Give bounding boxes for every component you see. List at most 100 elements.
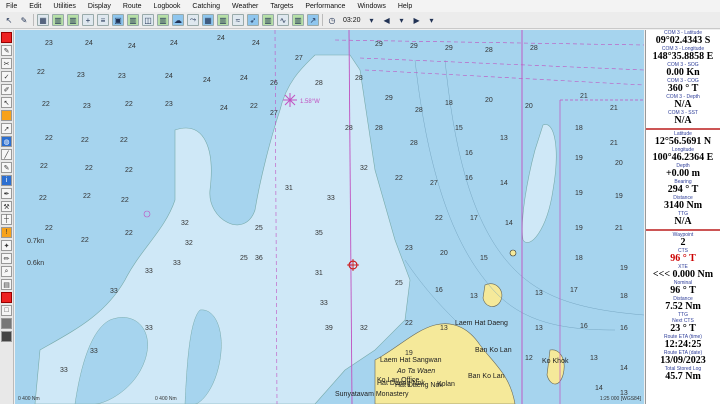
pen-icon[interactable]: ✎ <box>18 14 30 26</box>
panel-item-route-eta-date[interactable]: Route ETA (date) 13/09/2023 <box>646 351 720 366</box>
pattern-tool-icon[interactable] <box>1 318 12 329</box>
panel-item-com3-sst[interactable]: COM 3 - SST N/A <box>646 111 720 126</box>
panel-item-latitude[interactable]: Latitude 12°56.5691 N <box>646 132 720 147</box>
svg-text:13: 13 <box>470 293 478 300</box>
chart-4-icon[interactable]: ▥ <box>157 14 169 26</box>
dropdown-icon[interactable]: ▾ <box>396 14 408 26</box>
menu-help[interactable]: Help <box>392 3 418 10</box>
menu-logbook[interactable]: Logbook <box>148 3 187 10</box>
marker-tool-icon[interactable]: ✏ <box>1 253 12 264</box>
ruler-tool-icon[interactable]: ┼ <box>1 214 12 225</box>
step-back-icon[interactable]: ◀ <box>381 14 393 26</box>
dropdown-icon[interactable]: ▾ <box>426 14 438 26</box>
cursor-icon[interactable]: ↖ <box>3 14 15 26</box>
edit-tool-icon[interactable]: ✎ <box>1 162 12 173</box>
photo-icon[interactable]: ◫ <box>142 14 154 26</box>
info-tool-icon[interactable]: i <box>1 175 12 186</box>
tide-icon[interactable]: ∿ <box>277 14 289 26</box>
layers-icon[interactable]: ≡ <box>97 14 109 26</box>
nautical-chart[interactable]: 23 24 24 24 24 24 22 23 23 24 24 24 22 23 22 23 24 2… <box>15 30 644 404</box>
pencil-tool-icon[interactable]: ✎ <box>1 45 12 56</box>
route-icon[interactable]: ⤳ <box>187 14 199 26</box>
warning-tool-icon[interactable]: ! <box>1 227 12 238</box>
menu-route[interactable]: Route <box>117 3 148 10</box>
clock-icon[interactable]: ◷ <box>326 14 338 26</box>
svg-text:25: 25 <box>395 280 403 287</box>
svg-text:35: 35 <box>315 230 323 237</box>
square-tool-icon[interactable]: □ <box>1 305 12 316</box>
menu-windows[interactable]: Windows <box>351 3 391 10</box>
grib-icon[interactable]: ▦ <box>202 14 214 26</box>
panel-item-cts[interactable]: CTS 96 ° T <box>646 249 720 264</box>
panel-item-bearing[interactable]: Bearing 294 ° T <box>646 180 720 195</box>
place-label: Ban Ko Lan <box>468 373 505 380</box>
menu-performance[interactable]: Performance <box>299 3 351 10</box>
line-tool-icon[interactable]: ╱ <box>1 149 12 160</box>
wave-icon[interactable]: ≈ <box>232 14 244 26</box>
step-forward-icon[interactable]: ▶ <box>411 14 423 26</box>
menu-file[interactable]: File <box>0 3 23 10</box>
fish-tool-icon[interactable] <box>1 110 12 121</box>
dropdown-icon[interactable]: ▾ <box>366 14 378 26</box>
chart-1-icon[interactable]: ▥ <box>52 14 64 26</box>
panel-item-depth[interactable]: Depth +0.00 m <box>646 164 720 179</box>
panel-item-com3-longitude[interactable]: COM 3 - Longitude 148°35.8858 E <box>646 47 720 62</box>
panel-item-com3-cog[interactable]: COM 3 - COG 360 ° T <box>646 79 720 94</box>
panel-item-route-eta-time[interactable]: Route ETA (time) 12:24:25 <box>646 335 720 350</box>
svg-text:22: 22 <box>125 167 133 174</box>
wrench-tool-icon[interactable]: ⚒ <box>1 201 12 212</box>
zoom-in-icon[interactable]: + <box>82 14 94 26</box>
panel-item-nominal[interactable]: Nominal 96 ° T <box>646 281 720 296</box>
svg-text:14: 14 <box>500 180 508 187</box>
toolbar-separator <box>33 14 34 26</box>
time-display[interactable]: 03:20 <box>341 17 363 24</box>
menu-display[interactable]: Display <box>82 3 117 10</box>
svg-text:23: 23 <box>405 245 413 252</box>
vessel-icon[interactable] <box>283 93 297 107</box>
svg-text:21: 21 <box>580 93 588 100</box>
zoom-tool-icon[interactable]: ⌕ <box>1 266 12 277</box>
panel-item-xte[interactable]: XTE <<< 0.000 Nm <box>646 265 720 280</box>
current-icon[interactable]: ↗ <box>307 14 319 26</box>
menu-edit[interactable]: Edit <box>23 3 47 10</box>
panel-item-com3-sog[interactable]: COM 3 - SOG 0.00 Kn <box>646 63 720 78</box>
menu-weather[interactable]: Weather <box>226 3 264 10</box>
svg-text:23: 23 <box>77 72 85 79</box>
image-tool-icon[interactable]: ▤ <box>1 279 12 290</box>
panel-item-waypoint[interactable]: Waypoint 2 <box>646 233 720 248</box>
menu-targets[interactable]: Targets <box>264 3 299 10</box>
menu-utilities[interactable]: Utilities <box>47 3 82 10</box>
panel-item-wp-distance[interactable]: Distance 7.52 Nm <box>646 297 720 312</box>
chart-2-icon[interactable]: ▥ <box>67 14 79 26</box>
panel-item-longitude[interactable]: Longitude 100°46.2364 E <box>646 148 720 163</box>
scissors-tool-icon[interactable]: ✂ <box>1 58 12 69</box>
mark-tool-icon[interactable]: ✓ <box>1 71 12 82</box>
stop-tool-icon[interactable] <box>1 292 12 303</box>
globe-tool-icon[interactable]: ◍ <box>1 136 12 147</box>
panel-item-total-log[interactable]: Total Stored Log 45.7 Nm <box>646 367 720 382</box>
svg-text:19: 19 <box>575 190 583 197</box>
chart-3-icon[interactable]: ▥ <box>127 14 139 26</box>
overlay-icon[interactable]: ▣ <box>112 14 124 26</box>
fill-tool-icon[interactable] <box>1 331 12 342</box>
menu-catching[interactable]: Catching <box>186 3 226 10</box>
chart-6-icon[interactable]: ▥ <box>262 14 274 26</box>
chart-7-icon[interactable]: ▥ <box>292 14 304 26</box>
chart-5-icon[interactable]: ▥ <box>217 14 229 26</box>
arrow-tool-icon[interactable]: ➚ <box>1 123 12 134</box>
panel-item-distance[interactable]: Distance 3140 Nm <box>646 196 720 211</box>
wind-icon[interactable]: ➶ <box>247 14 259 26</box>
grid-icon[interactable]: ▦ <box>37 14 49 26</box>
panel-item-ttg[interactable]: TTG N/A <box>646 212 720 227</box>
cursor-tool-icon[interactable]: ↖ <box>1 97 12 108</box>
chart-canvas: 23 24 24 24 24 24 22 23 23 24 24 24 22 23 22 23 24 2… <box>27 30 644 404</box>
weather-icon[interactable]: ☁ <box>172 14 184 26</box>
panel-item-com3-depth[interactable]: COM 3 - Depth N/A <box>646 95 720 110</box>
close-tool-icon[interactable] <box>1 32 12 43</box>
pen-tool-icon[interactable]: ✒ <box>1 188 12 199</box>
brush-tool-icon[interactable]: ✐ <box>1 84 12 95</box>
panel-item-next-cts[interactable]: Next CTS 23 ° T <box>646 319 720 334</box>
panel-item-com3-latitude[interactable]: COM 3 - Latitude 09°02.4343 S <box>646 31 720 46</box>
svg-text:21: 21 <box>610 105 618 112</box>
pin-tool-icon[interactable]: ✦ <box>1 240 12 251</box>
